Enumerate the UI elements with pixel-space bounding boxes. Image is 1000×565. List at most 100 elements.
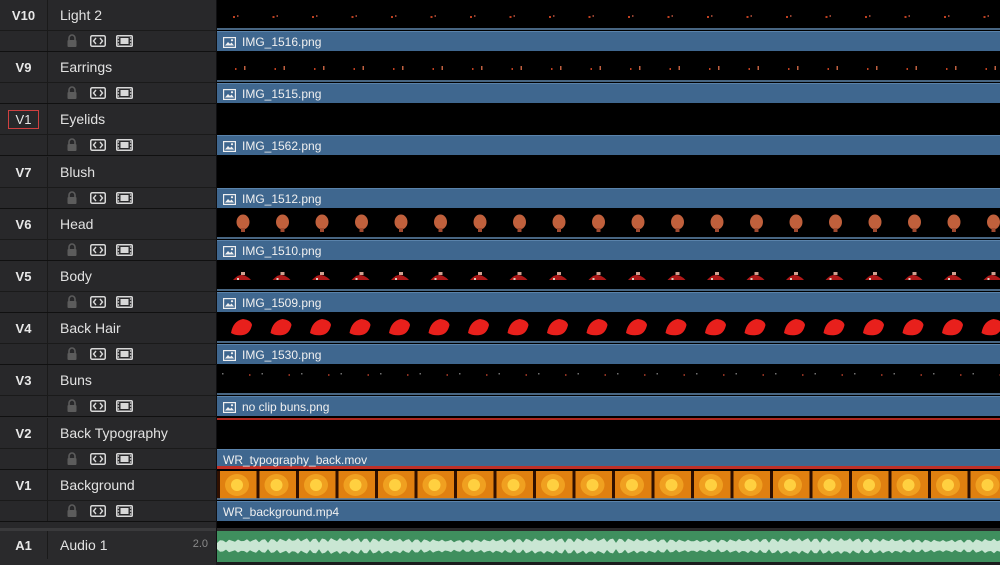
clip-thumbnails [217,313,1000,343]
track-id[interactable]: V3 [0,365,48,395]
clip-name: IMG_1509.png [242,295,321,311]
image-icon [223,298,236,309]
track-name[interactable]: Audio 1 [60,531,107,559]
track-lane[interactable]: IMG_1562.png [217,104,1000,156]
track-id[interactable]: A1 [0,531,48,559]
clip[interactable]: IMG_1516.png [217,31,1000,51]
track-id-label: V5 [12,268,36,285]
track-header[interactable]: V6 Head [0,209,216,261]
film-strip-icon[interactable] [116,400,133,412]
auto-select-icon[interactable] [90,87,106,99]
track-id[interactable]: V1 [0,470,48,500]
track-id[interactable]: V6 [0,209,48,239]
track-header-controls [0,501,216,522]
track-lane[interactable]: no clip buns.png [217,365,1000,417]
track-id[interactable]: V1 [0,104,48,134]
auto-select-icon[interactable] [90,139,106,151]
auto-select-icon[interactable] [90,192,106,204]
lock-icon[interactable] [66,399,78,413]
track-id[interactable]: V10 [0,0,48,30]
track-name[interactable]: Blush [60,157,95,187]
track-header[interactable]: V7 Blush [0,157,216,209]
auto-select-icon[interactable] [90,348,106,360]
film-strip-icon[interactable] [116,296,133,308]
track-id-label: V3 [12,372,36,389]
track-lane[interactable]: IMG_1516.png [217,0,1000,52]
lock-icon[interactable] [66,347,78,361]
lock-icon[interactable] [66,34,78,48]
lock-icon[interactable] [66,138,78,152]
clip-label-group: IMG_1512.png [223,191,321,207]
track-header[interactable]: V5 Body [0,261,216,313]
track-id[interactable]: V2 [0,418,48,448]
auto-select-icon[interactable] [90,453,106,465]
track-lane[interactable]: WR_typography_back.mov [217,418,1000,470]
track-lane[interactable]: IMG_1510.png [217,209,1000,261]
track-header[interactable]: V9 Earrings [0,52,216,104]
track-id[interactable]: V9 [0,52,48,82]
track-header-top: V3 Buns [0,365,216,396]
clip[interactable]: IMG_1515.png [217,83,1000,103]
lock-icon[interactable] [66,86,78,100]
track-name[interactable]: Earrings [60,52,112,82]
film-strip-icon[interactable] [116,453,133,465]
clip[interactable]: IMG_1562.png [217,135,1000,155]
track-name[interactable]: Background [60,470,135,500]
auto-select-icon[interactable] [90,35,106,47]
film-strip-icon[interactable] [116,87,133,99]
track-lane[interactable]: IMG_1515.png [217,52,1000,104]
auto-select-icon[interactable] [90,505,106,517]
track-name[interactable]: Eyelids [60,104,105,134]
lock-icon[interactable] [66,191,78,205]
film-strip-icon[interactable] [116,348,133,360]
clip[interactable]: IMG_1512.png [217,188,1000,208]
film-strip-icon[interactable] [116,192,133,204]
clip[interactable]: IMG_1509.png [217,292,1000,312]
track-name[interactable]: Buns [60,365,92,395]
lock-icon[interactable] [66,243,78,257]
auto-select-icon[interactable] [90,244,106,256]
track-header[interactable]: V10 Light 2 [0,0,216,52]
track-name[interactable]: Head [60,209,93,239]
track-id[interactable]: V4 [0,313,48,343]
track-lane[interactable]: WR_background.mp4 [217,470,1000,522]
lock-icon[interactable] [66,295,78,309]
track-header-top: V2 Back Typography [0,418,216,449]
track-id[interactable]: V7 [0,157,48,187]
track-name[interactable]: Light 2 [60,0,102,30]
audio-track-header[interactable]: A1 Audio 1 2.0 [0,528,216,565]
lock-icon[interactable] [66,504,78,518]
clip[interactable]: no clip buns.png [217,396,1000,416]
film-strip-icon[interactable] [116,244,133,256]
clip-label-group: WR_typography_back.mov [223,452,367,468]
auto-select-icon[interactable] [90,296,106,308]
audio-clip[interactable] [217,528,1000,562]
clip[interactable]: WR_background.mp4 [217,501,1000,521]
track-header[interactable]: V1 Background [0,470,216,522]
track-header[interactable]: V2 Back Typography [0,418,216,470]
clip[interactable]: IMG_1510.png [217,240,1000,260]
clip-thumbnails [217,52,1000,82]
clip-name: IMG_1530.png [242,347,321,363]
film-strip-icon[interactable] [116,505,133,517]
track-id[interactable]: V5 [0,261,48,291]
film-strip-icon[interactable] [116,139,133,151]
lock-icon[interactable] [66,452,78,466]
clip[interactable]: WR_typography_back.mov [217,449,1000,469]
track-name[interactable]: Back Typography [60,418,168,448]
track-header[interactable]: V4 Back Hair [0,313,216,365]
track-name[interactable]: Back Hair [60,313,121,343]
track-header-top: V9 Earrings [0,52,216,83]
auto-select-icon[interactable] [90,400,106,412]
track-header[interactable]: V1 Eyelids [0,104,216,156]
clip-thumbnails [217,418,1000,448]
clip[interactable]: IMG_1530.png [217,344,1000,364]
track-header-top: V7 Blush [0,157,216,188]
track-name[interactable]: Body [60,261,92,291]
film-strip-icon[interactable] [116,35,133,47]
track-header[interactable]: V3 Buns [0,365,216,417]
audio-gain-value[interactable]: 2.0 [193,538,208,550]
track-lane[interactable]: IMG_1509.png [217,261,1000,313]
track-lane[interactable]: IMG_1530.png [217,313,1000,365]
track-lane[interactable]: IMG_1512.png [217,157,1000,209]
